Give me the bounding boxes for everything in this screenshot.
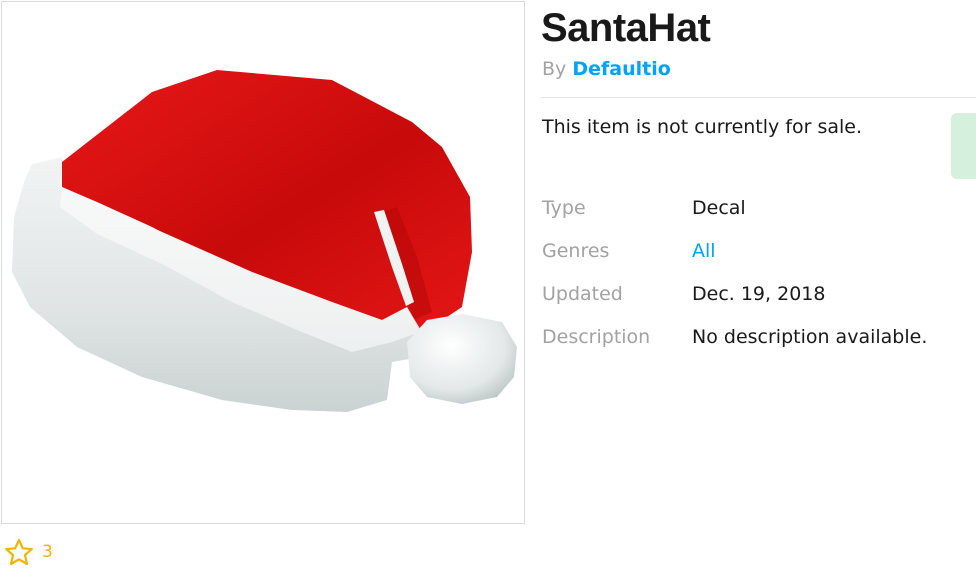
star-outline-icon [5, 538, 33, 566]
buy-button[interactable] [951, 113, 976, 179]
detail-value: No description available. [692, 326, 928, 348]
favorite-toggle[interactable]: 3 [4, 538, 53, 566]
by-prefix: By [542, 58, 567, 80]
detail-label: Genres [542, 240, 610, 262]
detail-label: Updated [542, 283, 623, 305]
detail-row-genres: Genres All [542, 238, 976, 264]
sale-status: This item is not currently for sale. [542, 116, 863, 138]
item-title: SantaHat [541, 6, 711, 50]
detail-label: Description [542, 326, 651, 348]
santa-hat-image [12, 70, 517, 412]
genre-link[interactable]: All [692, 238, 716, 264]
favorite-count: 3 [42, 542, 53, 562]
detail-value: Dec. 19, 2018 [692, 283, 826, 305]
detail-row-updated: Updated Dec. 19, 2018 [542, 281, 976, 307]
detail-label: Type [542, 197, 586, 219]
item-thumbnail [1, 1, 525, 524]
detail-value: Decal [692, 197, 746, 219]
detail-row-description: Description No description available. [542, 324, 976, 350]
detail-row-type: Type Decal [542, 195, 976, 221]
creator-link[interactable]: Defaultio [572, 58, 670, 80]
creator-byline: By Defaultio [542, 57, 671, 81]
divider [541, 97, 976, 98]
